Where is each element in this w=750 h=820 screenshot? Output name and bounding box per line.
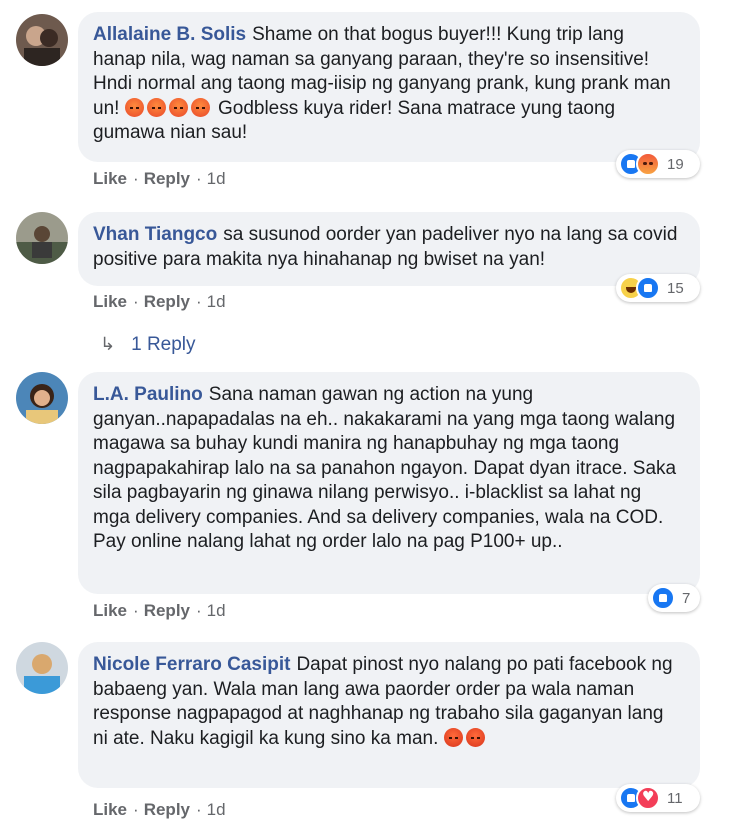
- separator: ·: [196, 292, 202, 311]
- comment-timestamp[interactable]: 1d: [207, 800, 226, 819]
- comment-bubble: Allalaine B. Solis Shame on that bogus bu…: [78, 12, 700, 162]
- like-reaction-icon: [651, 586, 675, 610]
- reaction-summary[interactable]: 15: [616, 274, 700, 302]
- comment-bubble: Vhan Tiangco sa susunod oorder yan padeli…: [78, 212, 700, 286]
- separator: ·: [133, 601, 139, 620]
- cursing-emoji-group: [443, 727, 488, 749]
- reaction-summary[interactable]: 11: [616, 784, 700, 812]
- separator: ·: [133, 800, 139, 819]
- cursing-face-icon: [465, 727, 485, 747]
- comment-bubble: L.A. Paulino Sana naman gawan ng action n…: [78, 372, 700, 594]
- comment-actions: Like · Reply · 1d: [93, 169, 226, 189]
- replies-count: 1 Reply: [131, 334, 196, 355]
- reaction-summary[interactable]: 19: [616, 150, 700, 178]
- separator: ·: [196, 800, 202, 819]
- separator: ·: [196, 601, 202, 620]
- comment-actions: Like · Reply · 1d: [93, 800, 226, 820]
- comment-author[interactable]: Vhan Tiangco: [93, 224, 217, 245]
- reaction-count: 7: [682, 589, 691, 607]
- comment-text: Sana naman gawan ng action na yung ganya…: [93, 384, 677, 552]
- like-button[interactable]: Like: [93, 169, 127, 188]
- angry-face-icon: [146, 97, 166, 117]
- angry-face-icon: [168, 97, 188, 117]
- separator: ·: [133, 292, 139, 311]
- reply-arrow-icon: ↳: [100, 334, 116, 355]
- comment-timestamp[interactable]: 1d: [207, 601, 226, 620]
- view-replies-link[interactable]: ↳ 1 Reply: [100, 334, 196, 356]
- like-reaction-icon: [636, 276, 660, 300]
- separator: ·: [133, 169, 139, 188]
- reply-button[interactable]: Reply: [144, 601, 190, 620]
- avatar[interactable]: [16, 372, 68, 424]
- reaction-count: 15: [667, 279, 684, 297]
- like-button[interactable]: Like: [93, 292, 127, 311]
- angry-reaction-icon: [636, 152, 660, 176]
- avatar[interactable]: [16, 212, 68, 264]
- angry-face-icon: [124, 97, 144, 117]
- angry-emoji-group: [124, 97, 213, 119]
- reaction-count: 11: [667, 789, 683, 807]
- like-button[interactable]: Like: [93, 800, 127, 819]
- cursing-face-icon: [443, 727, 463, 747]
- reply-button[interactable]: Reply: [144, 169, 190, 188]
- comment-actions: Like · Reply · 1d: [93, 601, 226, 621]
- reply-button[interactable]: Reply: [144, 292, 190, 311]
- comment-timestamp[interactable]: 1d: [207, 292, 226, 311]
- angry-face-icon: [190, 97, 210, 117]
- love-reaction-icon: [636, 786, 660, 810]
- separator: ·: [196, 169, 202, 188]
- avatar[interactable]: [16, 14, 68, 66]
- comment-author[interactable]: Allalaine B. Solis: [93, 24, 246, 45]
- reaction-summary[interactable]: 7: [648, 584, 700, 612]
- comment-author[interactable]: Nicole Ferraro Casipit: [93, 654, 290, 675]
- avatar[interactable]: [16, 642, 68, 694]
- like-button[interactable]: Like: [93, 601, 127, 620]
- reaction-count: 19: [667, 155, 684, 173]
- comment-bubble: Nicole Ferraro Casipit Dapat pinost nyo n…: [78, 642, 700, 788]
- comment-actions: Like · Reply · 1d: [93, 292, 226, 312]
- reply-button[interactable]: Reply: [144, 800, 190, 819]
- comment-timestamp[interactable]: 1d: [207, 169, 226, 188]
- comment-author[interactable]: L.A. Paulino: [93, 384, 203, 405]
